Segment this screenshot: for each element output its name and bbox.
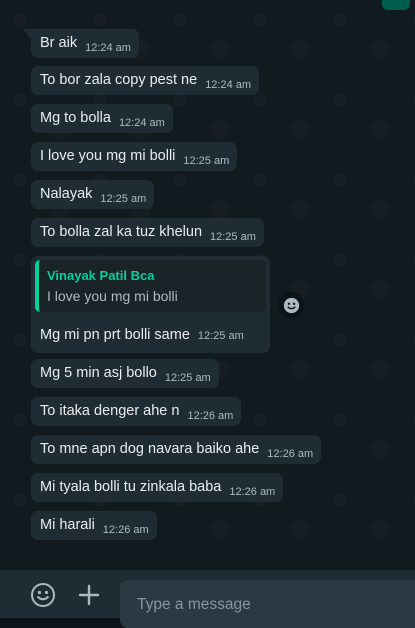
message-time: 12:24 am — [118, 117, 165, 129]
message-text: Nalayak — [40, 186, 93, 202]
incoming-message[interactable]: Nalayak 12:25 am — [31, 180, 155, 209]
incoming-message[interactable]: To bor zala copy pest ne 12:24 am — [31, 66, 260, 95]
message-time: 12:26 am — [102, 524, 149, 536]
message-time: 12:26 am — [267, 448, 314, 460]
message-time: 12:25 am — [210, 231, 256, 243]
quoted-message[interactable]: Vinayak Patil Bca I love you mg mi bolli — [35, 260, 266, 312]
message-text: Mi harali — [40, 517, 95, 533]
react-button[interactable] — [278, 292, 304, 318]
message-input[interactable]: Type a message — [120, 580, 415, 628]
message-time: 12:25 am — [197, 330, 244, 342]
incoming-message[interactable]: Br aik 12:24 am — [23, 29, 139, 58]
incoming-message[interactable]: To itaka denger ahe n 12:26 am — [31, 397, 242, 426]
message-time: 12:25 am — [164, 372, 211, 384]
message-text: Mg mi pn prt bolli same — [40, 327, 190, 343]
message-time: 12:25 am — [100, 193, 147, 205]
message-text: Mg to bolla — [40, 110, 111, 126]
incoming-message[interactable]: Mg 5 min asj bollo 12:25 am — [31, 359, 219, 388]
quote-text: I love you mg mi bolli — [47, 288, 178, 304]
message-text: Mi tyala bolli tu zinkala baba — [40, 479, 222, 495]
message-time: 12:24 am — [205, 79, 252, 91]
incoming-message[interactable]: To bolla zal ka tuz khelun 12:25 am — [31, 218, 264, 247]
plus-icon — [78, 584, 100, 606]
incoming-message[interactable]: Mi tyala bolli tu zinkala baba 12:26 am — [31, 473, 284, 502]
quote-author: Vinayak Patil Bca — [47, 268, 155, 283]
message-time: 12:26 am — [229, 486, 276, 498]
message-text: Mg 5 min asj bollo — [40, 365, 157, 381]
message-text: To mne apn dog navara baiko ahe — [40, 441, 260, 457]
message-text: To bor zala copy pest ne — [40, 72, 198, 88]
incoming-message[interactable]: Mg to bolla 12:24 am — [31, 104, 173, 133]
smiley-icon — [283, 297, 299, 313]
outgoing-bubble-edge — [382, 0, 410, 10]
message-text: To itaka denger ahe n — [40, 403, 180, 419]
message-text: I love you mg mi bolli — [40, 148, 176, 164]
smiley-icon — [31, 583, 55, 607]
chat-area[interactable]: Br aik 12:24 am To bor zala copy pest ne 1… — [0, 0, 415, 570]
message-input-placeholder: Type a message — [137, 596, 251, 613]
incoming-message[interactable]: I love you mg mi bolli 12:25 am — [31, 142, 238, 171]
message-text: Br aik — [40, 35, 78, 51]
message-text: To bolla zal ka tuz khelun — [40, 224, 203, 240]
message-time: 12:24 am — [85, 42, 131, 54]
incoming-message[interactable]: Mi harali 12:26 am — [31, 511, 157, 540]
reply-message[interactable]: Vinayak Patil Bca I love you mg mi bolli… — [31, 256, 270, 353]
emoji-button[interactable] — [30, 582, 56, 608]
message-time: 12:26 am — [187, 410, 234, 422]
message-time: 12:25 am — [183, 155, 230, 167]
attach-button[interactable] — [76, 582, 102, 608]
incoming-message[interactable]: To mne apn dog navara baiko ahe 12:26 am — [31, 435, 322, 464]
